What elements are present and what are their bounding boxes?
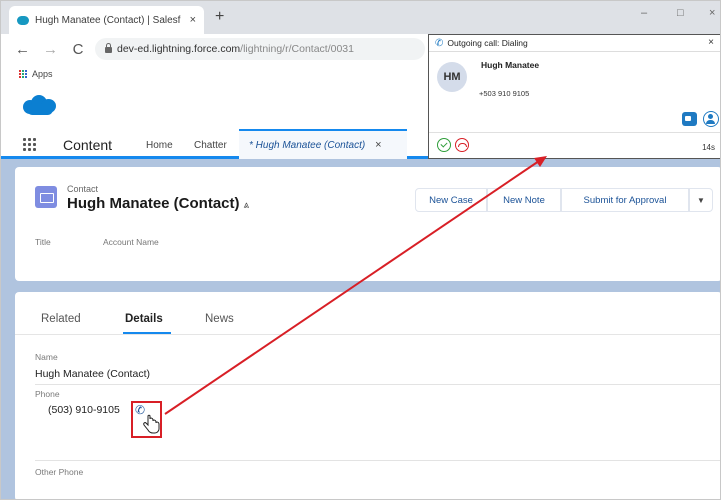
back-icon[interactable]: ← xyxy=(15,41,30,58)
nav-tab-record[interactable]: * Hugh Manatee (Contact) × xyxy=(239,129,407,159)
apps-grid-icon[interactable] xyxy=(19,70,27,78)
salesforce-favicon-icon xyxy=(17,15,29,25)
softphone-status: Outgoing call: Dialing xyxy=(447,38,528,48)
video-icon[interactable] xyxy=(682,112,697,126)
field-divider xyxy=(35,384,720,385)
tab-news[interactable]: News xyxy=(205,313,234,325)
apps-bookmark-label[interactable]: Apps xyxy=(32,69,53,79)
title-field-label: Title xyxy=(35,237,51,247)
name-field-label: Name xyxy=(35,352,58,362)
submit-for-approval-button[interactable]: Submit for Approval xyxy=(561,188,689,212)
app-name: Content xyxy=(63,137,113,153)
contact-person-icon[interactable] xyxy=(703,111,719,127)
field-divider xyxy=(35,460,720,461)
phone-field-label: Phone xyxy=(35,389,60,399)
nav-tab-close-icon[interactable]: × xyxy=(375,139,381,151)
screenshot-frame: Hugh Manatee (Contact) | Salesf × + – □ … xyxy=(0,0,721,500)
hang-up-icon[interactable] xyxy=(455,138,469,152)
avatar: HM xyxy=(437,62,467,92)
softphone-divider xyxy=(429,132,720,133)
hierarchy-icon[interactable]: ⩓ xyxy=(244,200,250,211)
name-field-value: Hugh Manatee (Contact) xyxy=(35,368,150,380)
record-title: Hugh Manatee (Contact) ⩓ xyxy=(67,195,249,212)
url-host: dev-ed.lightning.force.com xyxy=(117,43,241,55)
url-path: /lightning/r/Contact/0031 xyxy=(240,43,354,55)
minimize-icon[interactable]: – xyxy=(641,7,647,19)
phone-field-value[interactable]: (503) 910-9105 xyxy=(48,404,120,416)
browser-tab-close-icon[interactable]: × xyxy=(190,14,196,26)
window-close-icon[interactable]: × xyxy=(709,7,715,19)
account-name-field-label: Account Name xyxy=(103,237,159,247)
softphone-close-icon[interactable]: × xyxy=(708,37,714,48)
lock-icon xyxy=(105,43,112,53)
caller-number: +503 910 9105 xyxy=(479,89,530,98)
forward-icon[interactable]: → xyxy=(43,41,58,58)
tabs-divider xyxy=(15,334,720,335)
browser-tab-title: Hugh Manatee (Contact) | Salesf xyxy=(35,14,181,26)
phone-icon: ✆ xyxy=(435,37,444,49)
answer-call-icon[interactable] xyxy=(437,138,451,152)
app-launcher-icon[interactable] xyxy=(23,138,36,151)
salesforce-cloud-logo-icon[interactable] xyxy=(23,94,57,116)
record-details-card xyxy=(15,292,720,499)
record-highlights-card xyxy=(15,167,720,281)
tab-details[interactable]: Details xyxy=(125,313,163,325)
new-case-button[interactable]: New Case xyxy=(415,188,487,212)
click-to-dial-highlight xyxy=(131,401,162,438)
record-name: Hugh Manatee (Contact) xyxy=(67,195,240,212)
browser-tab[interactable]: Hugh Manatee (Contact) | Salesf × xyxy=(9,6,204,34)
tab-related[interactable]: Related xyxy=(41,313,81,325)
more-actions-icon[interactable]: ▼ xyxy=(689,188,713,212)
object-type-label: Contact xyxy=(67,184,99,194)
contact-record-icon xyxy=(35,186,57,208)
softphone-popup: ✆ Outgoing call: Dialing × HM Hugh Manat… xyxy=(428,34,720,159)
nav-tab-record-label: * Hugh Manatee (Contact) xyxy=(249,139,366,151)
call-timer: 14s xyxy=(702,143,715,152)
nav-item-chatter[interactable]: Chatter xyxy=(194,140,227,151)
maximize-icon[interactable]: □ xyxy=(677,7,684,19)
other-phone-field-label: Other Phone xyxy=(35,467,84,477)
reload-icon[interactable]: C xyxy=(71,41,85,58)
softphone-titlebar: ✆ Outgoing call: Dialing xyxy=(429,35,720,52)
nav-item-home[interactable]: Home xyxy=(146,140,173,151)
url-input[interactable]: dev-ed.lightning.force.com/lightning/r/C… xyxy=(95,38,425,60)
new-tab-icon[interactable]: + xyxy=(215,8,224,26)
caller-name: Hugh Manatee xyxy=(481,60,540,70)
new-note-button[interactable]: New Note xyxy=(487,188,561,212)
browser-tab-bar: Hugh Manatee (Contact) | Salesf × + – □ … xyxy=(1,1,720,34)
